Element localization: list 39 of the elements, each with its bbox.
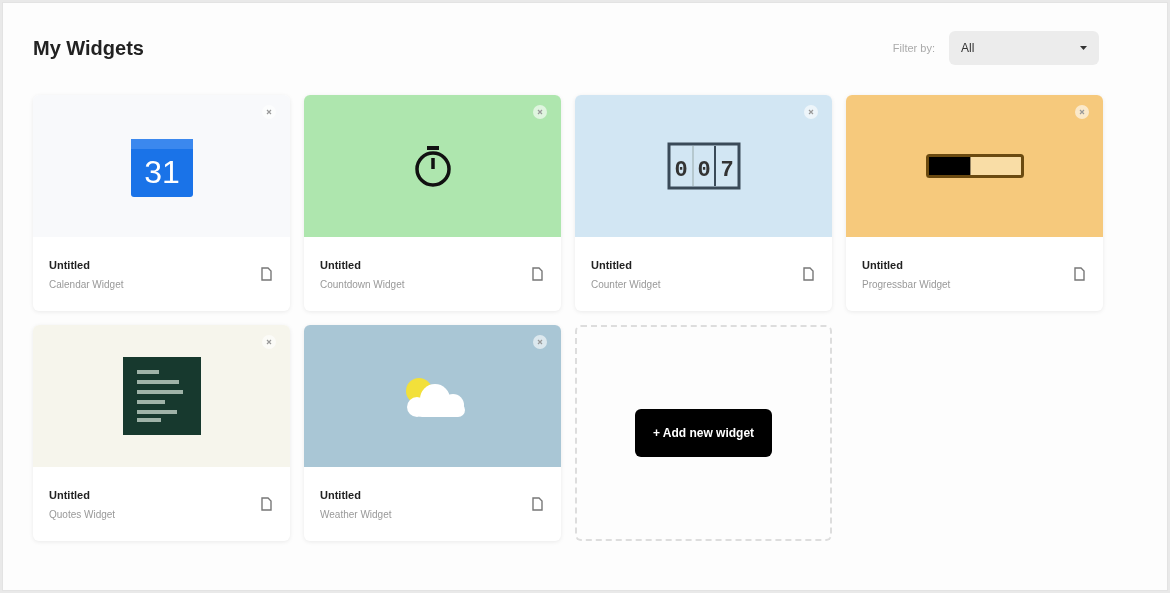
quote-card-icon	[122, 357, 201, 435]
copy-icon[interactable]	[532, 267, 543, 281]
widget-type: Countdown Widget	[320, 278, 405, 290]
widget-type: Weather Widget	[320, 508, 392, 520]
widget-title: Untitled	[49, 488, 91, 501]
copy-icon[interactable]	[261, 497, 272, 511]
widget-card[interactable]: 31 Untitled Calendar Widget	[33, 95, 290, 311]
widget-type: Quotes Widget	[49, 508, 116, 520]
copy-icon[interactable]	[261, 267, 272, 281]
close-icon[interactable]	[1075, 105, 1089, 119]
close-icon[interactable]	[533, 335, 547, 349]
widget-card[interactable]: Untitled Quotes Widget	[33, 325, 290, 541]
copy-icon[interactable]	[532, 497, 543, 511]
filter-dropdown[interactable]: All	[949, 31, 1099, 65]
widget-card[interactable]: Untitled Weather Widget	[304, 325, 561, 541]
close-icon[interactable]	[262, 105, 276, 119]
widget-type: Counter Widget	[591, 278, 661, 290]
copy-icon[interactable]	[1074, 267, 1085, 281]
widget-card[interactable]: Untitled Countdown Widget	[304, 95, 561, 311]
widget-title: Untitled	[320, 258, 362, 271]
widget-title: Untitled	[591, 258, 633, 271]
add-widget-button[interactable]: + Add new widget	[634, 409, 773, 457]
filter-label: Filter by:	[892, 42, 935, 54]
widget-title: Untitled	[862, 258, 904, 271]
widget-type: Progressbar Widget	[862, 278, 951, 290]
counter-icon: 0 0 7	[666, 142, 741, 190]
widget-title: Untitled	[320, 488, 362, 501]
widget-card[interactable]: 0 0 7 Untitled Counter Widget	[575, 95, 832, 311]
copy-icon[interactable]	[803, 267, 814, 281]
close-icon[interactable]	[804, 105, 818, 119]
widget-card[interactable]: Untitled Progressbar Widget	[846, 95, 1103, 311]
stopwatch-icon	[412, 144, 453, 188]
caret-icon	[1080, 46, 1087, 50]
close-icon[interactable]	[262, 335, 276, 349]
widget-title: Untitled	[49, 258, 91, 271]
page-title: My Widgets	[33, 36, 144, 60]
widget-type: Calendar Widget	[49, 278, 124, 290]
progress-bar-icon	[925, 154, 1024, 178]
close-icon[interactable]	[533, 105, 547, 119]
